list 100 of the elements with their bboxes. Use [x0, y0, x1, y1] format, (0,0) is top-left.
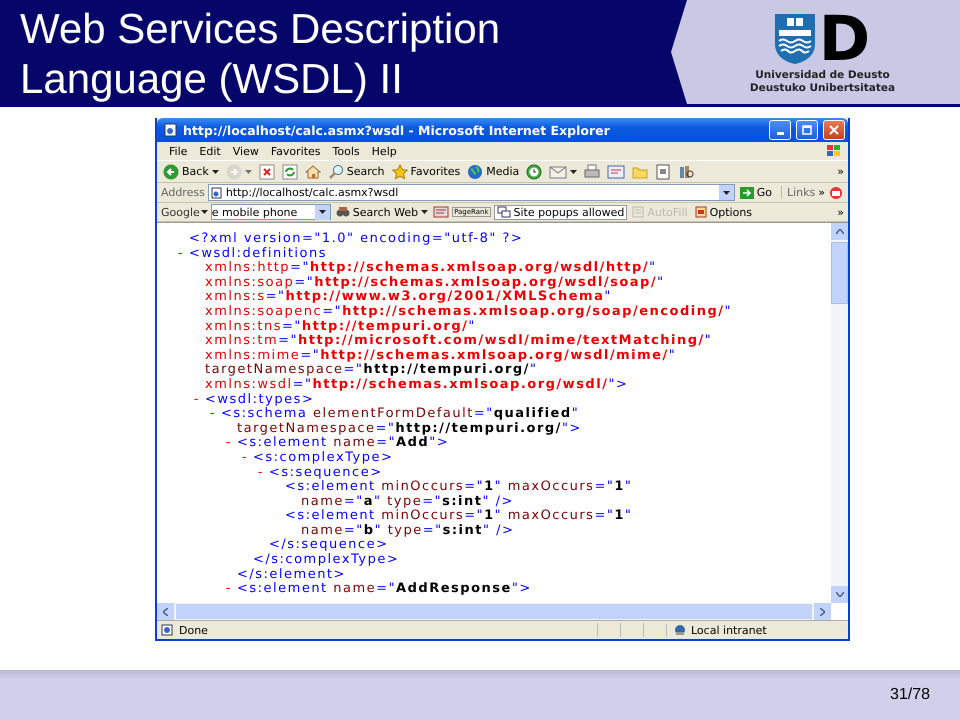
windows-flag-icon	[826, 144, 842, 158]
xml-line: <s:element minOccurs="1" maxOccurs="1"	[285, 509, 632, 524]
caret-icon	[722, 190, 730, 194]
go-button[interactable]: Go	[738, 186, 778, 199]
toolbar-button[interactable]: Search	[326, 164, 387, 180]
menu-item[interactable]: View	[226, 144, 265, 158]
scroll-left-icon	[163, 608, 168, 616]
xml-line: xmlns:mime="http://schemas.xmlsoap.org/wsdl/mime/"	[204, 348, 676, 363]
collapse-toggle[interactable]: -	[221, 582, 237, 597]
envelope-icon	[549, 164, 568, 180]
menu-item[interactable]: Tools	[326, 144, 366, 158]
xml-line: <?xml version="1.0" encoding="utf-8" ?>	[189, 232, 524, 247]
search-field[interactable]: e mobile phone	[210, 204, 331, 220]
scroll-down-icon	[836, 592, 844, 597]
university-name: Universidad de Deusto	[755, 69, 890, 82]
collapse-toggle[interactable]: -	[221, 436, 237, 451]
close-icon	[829, 125, 839, 135]
scroll-thumb[interactable]	[176, 604, 812, 619]
caret-icon	[200, 210, 208, 214]
google-menu[interactable]: Google	[161, 206, 208, 218]
binoculars-icon	[336, 206, 350, 218]
menu-item[interactable]: Edit	[193, 144, 227, 158]
more-chevron[interactable]: »	[837, 165, 844, 178]
xml-line: xmlns:tns="http://tempuri.org/"	[204, 320, 476, 334]
xml-line: targetNamespace="http://tempuri.org/"	[204, 363, 538, 378]
scroll-thumb[interactable]	[831, 242, 848, 304]
popup-blocker-button[interactable]: Site popups allowed	[494, 204, 628, 220]
links-button[interactable]: Links	[781, 186, 816, 199]
xml-line: <wsdl:types>	[205, 392, 314, 407]
collapse-toggle[interactable]: -	[237, 450, 253, 466]
collapse-toggle[interactable]: -	[253, 466, 269, 480]
xml-line: </s:element>	[237, 568, 346, 582]
xml-line: <wsdl:definitions	[189, 246, 328, 261]
maximize-button[interactable]	[796, 120, 818, 140]
toolbar-button[interactable]	[524, 164, 544, 180]
xml-line: targetNamespace="http://tempuri.org/">	[236, 422, 582, 436]
page-icon	[161, 624, 175, 636]
xml-line: <s:element name="Add">	[237, 436, 450, 451]
caret-icon	[244, 170, 252, 174]
dropdown-button[interactable]	[718, 185, 734, 200]
collapse-toggle[interactable]: -	[189, 392, 205, 408]
star-icon	[392, 164, 408, 180]
xml-line: <s:element minOccurs="1" maxOccurs="1"	[285, 480, 632, 495]
xml-line: xmlns:wsdl="http://schemas.xmlsoap.org/wsdl/">	[204, 378, 628, 393]
printer-icon	[584, 164, 600, 180]
xml-line: xmlns:tm="http://microsoft.com/wsdl/mime/textMatching/"	[204, 334, 712, 349]
page-icon	[210, 186, 223, 198]
menu-item[interactable]: File	[163, 144, 194, 158]
search-web-button[interactable]: Search Web	[334, 206, 430, 218]
collapse-toggle[interactable]: -	[173, 246, 189, 262]
globe-icon	[467, 164, 484, 180]
news-icon	[433, 206, 450, 218]
vertical-scrollbar[interactable]	[831, 223, 848, 603]
menu-item[interactable]: Favorites	[264, 144, 327, 158]
shield-logo-icon	[774, 14, 815, 64]
caret-icon	[421, 210, 428, 214]
books-icon	[678, 164, 694, 180]
options-icon	[694, 206, 707, 218]
more-chevron[interactable]: »	[837, 206, 844, 218]
home-icon	[304, 164, 321, 180]
search-icon	[328, 164, 344, 180]
refresh-icon	[282, 164, 298, 180]
caret-icon	[212, 170, 219, 174]
options-button[interactable]: Options	[692, 206, 754, 218]
dropdown-button[interactable]	[314, 204, 330, 220]
xml-line: xmlns:http="http://schemas.xmlsoap.org/wsdl/http/"	[204, 261, 657, 276]
collapse-toggle[interactable]: -	[205, 407, 221, 422]
xml-line: <s:sequence>	[269, 466, 383, 480]
document-icon	[607, 164, 626, 180]
address-label: Address	[161, 186, 205, 199]
xml-line: <s:schema elementFormDefault="qualified"	[221, 407, 580, 422]
maximize-icon	[802, 125, 812, 135]
arrow-icon	[740, 186, 754, 198]
menu-item[interactable]: Help	[366, 144, 403, 158]
xml-line: name="b" type="s:int" />	[300, 524, 514, 538]
minimize-icon	[776, 132, 784, 135]
toolbar-button[interactable]: Media	[465, 164, 522, 180]
security-zone: Local intranet	[666, 624, 848, 636]
university-name: Deustuko Unibertsitatea	[750, 82, 896, 95]
scroll-up-icon	[836, 229, 844, 234]
globe-icon	[673, 624, 687, 636]
xml-line: xmlns:soap="http://schemas.xmlsoap.org/wsdl/soap/"	[204, 276, 665, 290]
xml-line: name="a" type="s:int" />	[300, 494, 514, 509]
address-field[interactable]: http://localhost/calc.asmx?wsdl	[208, 184, 735, 201]
more-chevron[interactable]: »	[818, 186, 825, 199]
toolbar-button[interactable]: Favorites	[390, 164, 462, 180]
stop-icon	[258, 164, 275, 180]
caret-icon	[318, 210, 326, 214]
slide-title: Web Services Description Language (WSDL) II	[19, 4, 502, 104]
toolbar-button[interactable]	[547, 164, 580, 180]
toolbar-button[interactable]: Back	[161, 164, 221, 180]
page-number: 31/78	[890, 686, 930, 704]
close-button[interactable]	[823, 120, 845, 140]
caret-icon	[570, 170, 578, 174]
logo-letter: D	[818, 9, 870, 69]
minimize-button[interactable]	[769, 120, 791, 140]
horizontal-scrollbar[interactable]	[157, 603, 831, 620]
xml-line: </s:sequence>	[269, 538, 388, 553]
window-title: http://localhost/calc.asmx?wsdl - Microsoft Internet Explorer	[183, 122, 611, 138]
status-text: Done	[157, 624, 597, 636]
